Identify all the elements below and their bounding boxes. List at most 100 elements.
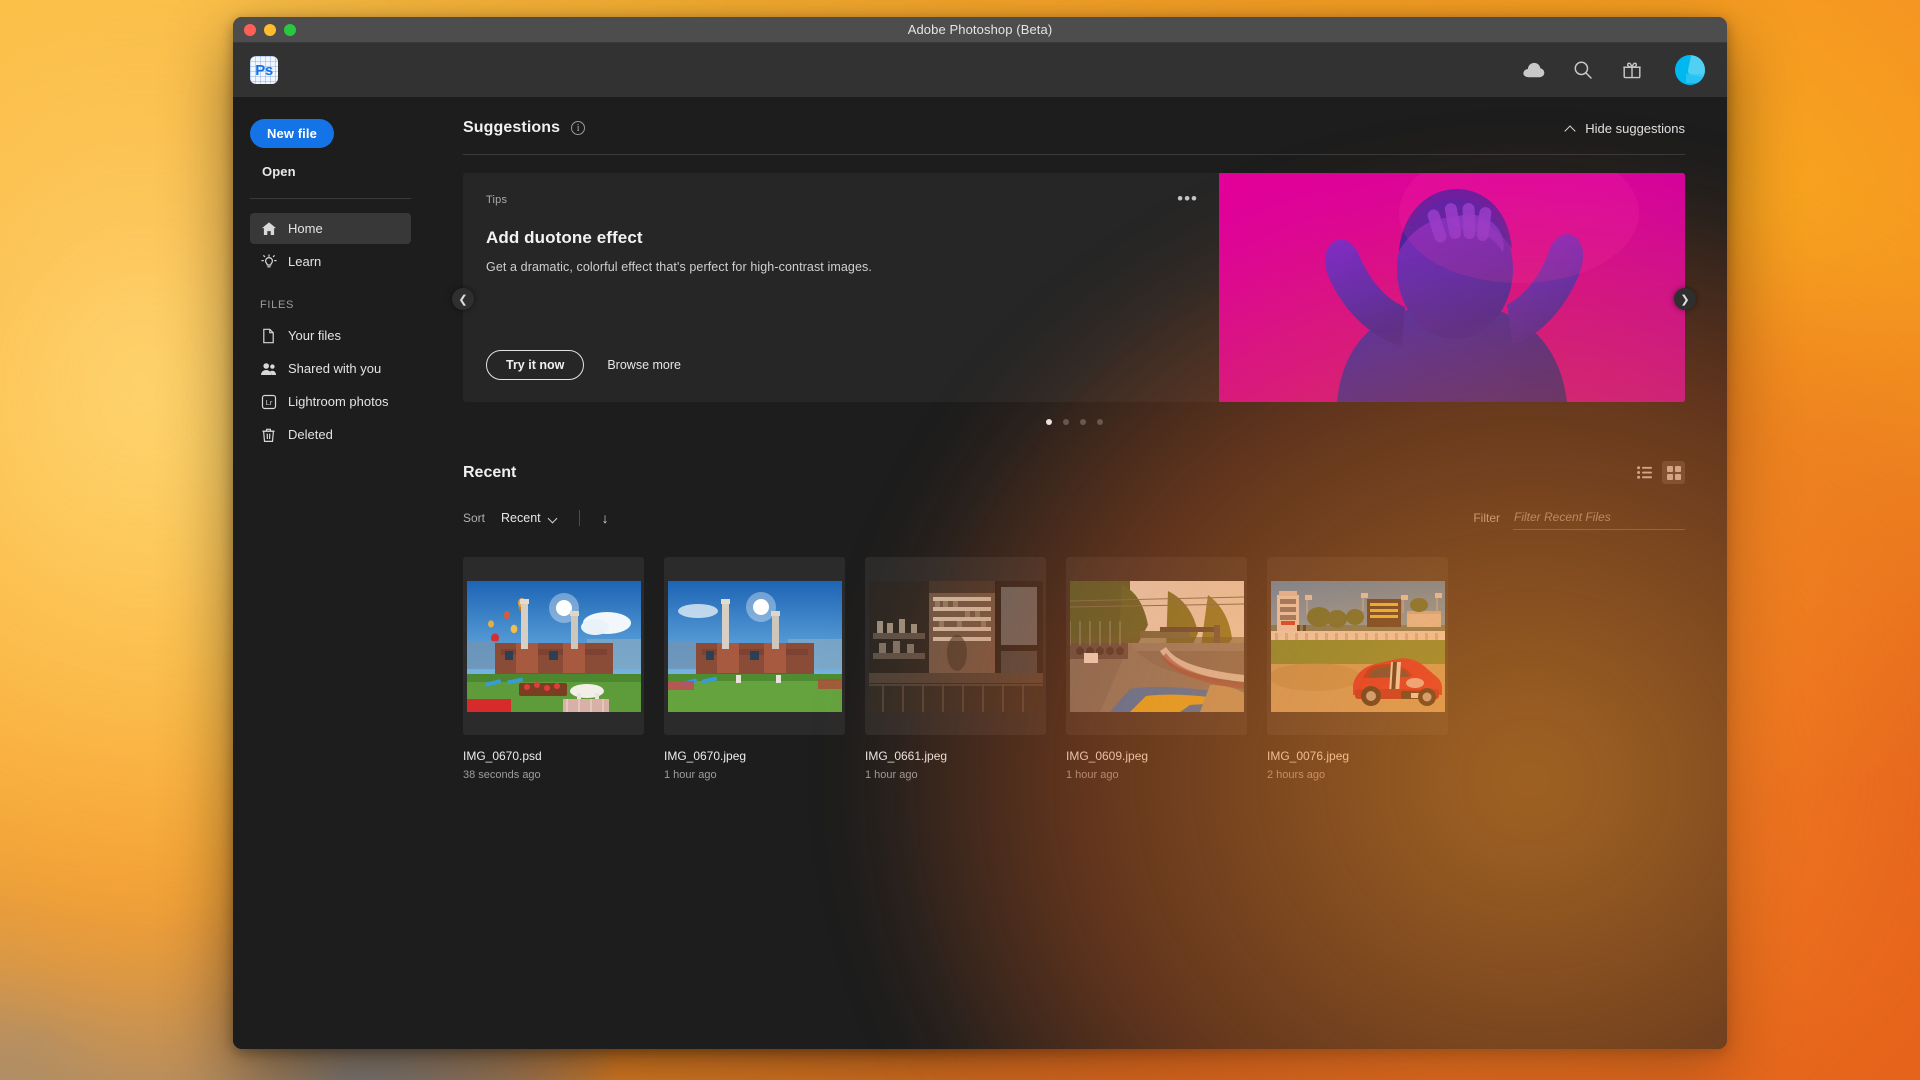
recent-file-item[interactable]: IMG_0661.jpeg 1 hour ago	[865, 557, 1046, 781]
thumbnail[interactable]	[664, 557, 845, 735]
photoshop-window: Adobe Photoshop (Beta) Ps New file Open …	[233, 17, 1727, 1049]
thumbnail[interactable]	[1066, 557, 1247, 735]
avatar[interactable]	[1675, 55, 1705, 85]
sidebar-item-lightroom-photos-label: Lightroom photos	[288, 394, 389, 409]
carousel-dot-3[interactable]	[1079, 419, 1086, 425]
file-time: 38 seconds ago	[463, 769, 541, 781]
sidebar-item-your-files[interactable]: Your files	[250, 320, 411, 351]
suggestion-eyebrow: Tips	[486, 194, 508, 206]
trash-icon	[260, 426, 277, 443]
window-titlebar: Adobe Photoshop (Beta)	[233, 17, 1727, 43]
carousel-dot-4[interactable]	[1096, 419, 1103, 425]
sidebar-item-home[interactable]: Home	[250, 213, 411, 244]
battersea-balloons-art	[466, 580, 641, 712]
sidebar-item-lightroom-photos[interactable]: Lr Lightroom photos	[250, 386, 411, 417]
suggestions-carousel: ❮ ❯ Tips ••• Add duotone effect Get a dr…	[452, 173, 1696, 425]
maximize-button[interactable]	[284, 23, 296, 36]
interior-loft-art	[868, 580, 1043, 712]
file-name: IMG_0609.jpeg	[1066, 749, 1149, 763]
recent-file-item[interactable]: IMG_0670.jpeg 1 hour ago	[664, 557, 845, 781]
search-icon[interactable]	[1572, 59, 1594, 81]
carousel-pager	[463, 419, 1685, 425]
thumbnail[interactable]	[463, 557, 644, 735]
carousel-dot-1[interactable]	[1045, 419, 1052, 425]
home-icon	[260, 220, 277, 237]
chevron-down-icon	[549, 515, 558, 521]
file-time: 1 hour ago	[664, 769, 717, 781]
sidebar-files-section-label: FILES	[260, 299, 295, 311]
recent-title: Recent	[463, 463, 517, 481]
svg-text:Lr: Lr	[265, 398, 272, 407]
document-icon	[260, 327, 277, 344]
minimize-button[interactable]	[264, 23, 276, 36]
thumbnail[interactable]	[865, 557, 1046, 735]
logo-text: Ps	[255, 61, 273, 79]
close-button[interactable]	[244, 23, 256, 36]
chevron-left-icon[interactable]: ❮	[452, 288, 474, 310]
suggestion-actions: Try it now Browse more	[486, 350, 1195, 380]
sidebar-item-deleted-label: Deleted	[288, 427, 333, 442]
sidebar-item-shared-with-you[interactable]: Shared with you	[250, 353, 411, 384]
file-name: IMG_0076.jpeg	[1267, 749, 1350, 763]
duotone-portrait-art	[1219, 173, 1685, 402]
ellipsis-icon[interactable]: •••	[1177, 190, 1198, 207]
file-name: IMG_0661.jpeg	[865, 749, 948, 763]
gift-icon[interactable]	[1621, 59, 1643, 81]
chevron-right-icon[interactable]: ❯	[1674, 288, 1696, 310]
race-track-art	[1069, 580, 1244, 712]
filter-input[interactable]	[1513, 506, 1685, 530]
hide-suggestions-label: Hide suggestions	[1585, 120, 1685, 136]
file-time: 1 hour ago	[1066, 769, 1119, 781]
suggestion-title: Add duotone effect	[486, 228, 643, 247]
header-actions	[1523, 55, 1705, 85]
thumbnail[interactable]	[1267, 557, 1448, 735]
browse-more-button[interactable]: Browse more	[607, 358, 681, 372]
sidebar-item-shared-with-you-label: Shared with you	[288, 361, 382, 376]
sidebar-divider	[250, 198, 411, 199]
carousel-dot-2[interactable]	[1062, 419, 1069, 425]
recent-file-item[interactable]: IMG_0670.psd 38 seconds ago	[463, 557, 644, 781]
sidebar-item-learn[interactable]: Learn	[250, 246, 411, 277]
suggestions-title: Suggestions	[463, 119, 561, 136]
photoshop-logo-icon: Ps	[250, 56, 278, 84]
suggestions-header: Suggestions i Hide suggestions	[463, 119, 1685, 137]
suggestion-card-content: Tips ••• Add duotone effect Get a dramat…	[463, 173, 1219, 402]
lightbulb-icon	[260, 253, 277, 270]
desktop-wallpaper: Adobe Photoshop (Beta) Ps New file Open …	[0, 0, 1920, 1080]
recent-file-item[interactable]: IMG_0076.jpeg 2 hours ago	[1267, 557, 1448, 781]
arrow-down-icon[interactable]: ↓	[598, 510, 613, 526]
sort-value: Recent	[501, 511, 541, 525]
traffic-light-buttons	[244, 23, 296, 36]
file-time: 2 hours ago	[1267, 769, 1326, 781]
view-mode-toggle	[1633, 461, 1685, 484]
suggestion-card[interactable]: Tips ••• Add duotone effect Get a dramat…	[463, 173, 1685, 402]
app-header: Ps	[233, 43, 1727, 97]
list-icon[interactable]	[1633, 461, 1656, 484]
file-time: 1 hour ago	[865, 769, 918, 781]
sidebar-item-deleted[interactable]: Deleted	[250, 419, 411, 450]
file-name: IMG_0670.psd	[463, 749, 542, 763]
suggestion-image	[1219, 173, 1685, 402]
try-it-now-button[interactable]: Try it now	[486, 350, 585, 380]
suggestion-description: Get a dramatic, colorful effect that's p…	[486, 260, 872, 274]
red-sportscar-art	[1270, 580, 1445, 712]
main-content: Suggestions i Hide suggestions ❮ ❯ Tips …	[429, 97, 1727, 1049]
open-button[interactable]: Open	[262, 164, 296, 179]
toolbar-separator	[578, 510, 580, 526]
app-body: New file Open Home Learn FILES Your file…	[233, 97, 1727, 1049]
suggestions-divider	[463, 154, 1685, 155]
sidebar-item-learn-label: Learn	[288, 254, 322, 269]
grid-icon[interactable]	[1662, 461, 1685, 484]
cloud-icon[interactable]	[1523, 59, 1545, 81]
lightroom-icon: Lr	[260, 393, 277, 410]
new-file-button[interactable]: New file	[250, 119, 334, 148]
sidebar: New file Open Home Learn FILES Your file…	[233, 97, 429, 1049]
hide-suggestions-button[interactable]: Hide suggestions	[1565, 121, 1685, 136]
window-title: Adobe Photoshop (Beta)	[907, 22, 1053, 37]
recent-files-grid: IMG_0670.psd 38 seconds ago IMG_0670.jpe…	[463, 557, 1685, 781]
info-icon[interactable]: i	[571, 121, 586, 135]
recent-file-item[interactable]: IMG_0609.jpeg 1 hour ago	[1066, 557, 1247, 781]
sidebar-item-home-label: Home	[288, 221, 323, 236]
chevron-up-icon	[1565, 125, 1576, 132]
sort-dropdown[interactable]: Recent	[501, 511, 558, 525]
